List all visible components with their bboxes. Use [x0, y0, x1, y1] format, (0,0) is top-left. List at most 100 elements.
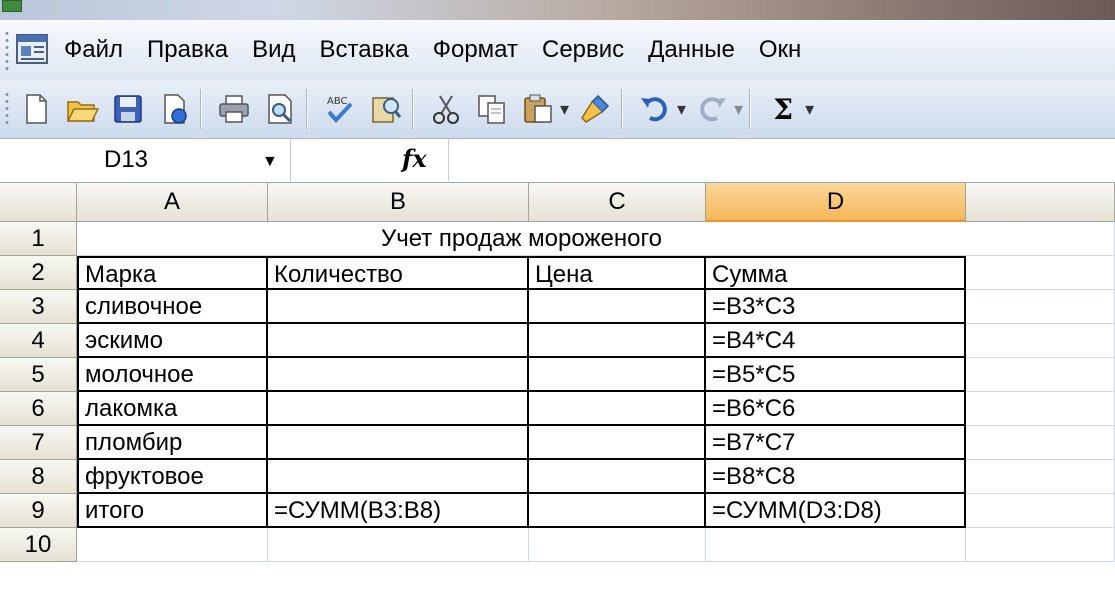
row-header-3[interactable]: 3: [0, 290, 77, 324]
grid-cell[interactable]: [268, 426, 529, 460]
grid-cell[interactable]: [268, 358, 529, 392]
menu-tools[interactable]: Сервис: [542, 36, 624, 64]
column-header-c[interactable]: C: [529, 183, 706, 222]
grid-cell[interactable]: лакомка: [77, 392, 268, 426]
redo-dropdown-arrow[interactable]: ▾: [734, 99, 743, 120]
save-icon[interactable]: [108, 89, 148, 129]
grid-cell[interactable]: [706, 528, 966, 562]
grid-cell[interactable]: =B5*C5: [706, 358, 966, 392]
grid-cell[interactable]: =B7*C7: [706, 426, 966, 460]
menu-edit[interactable]: Правка: [147, 36, 228, 64]
grid-cell[interactable]: [529, 426, 706, 460]
grid-cell[interactable]: [529, 528, 706, 562]
grid-cell[interactable]: =B6*C6: [706, 392, 966, 426]
grid-cell[interactable]: [529, 290, 706, 324]
formula-input[interactable]: [448, 139, 1115, 181]
grid-cell[interactable]: Количество: [268, 256, 529, 290]
grid-cell[interactable]: =B4*C4: [706, 324, 966, 358]
menu-format[interactable]: Формат: [433, 36, 518, 64]
grid-cell[interactable]: [966, 494, 1115, 528]
grid-cell[interactable]: пломбир: [77, 426, 268, 460]
print-preview-icon[interactable]: [260, 89, 300, 129]
new-icon[interactable]: [16, 89, 56, 129]
copy-icon[interactable]: [472, 89, 512, 129]
grid-cell[interactable]: [268, 290, 529, 324]
insert-function-icon[interactable]: fx: [402, 144, 427, 173]
grid-cell[interactable]: [268, 460, 529, 494]
open-icon[interactable]: [62, 89, 102, 129]
document-menu-icon[interactable]: [14, 31, 50, 69]
standard-toolbar: ABC ▾ ▾ ▾ Σ ▾: [0, 80, 1115, 139]
menu-data[interactable]: Данные: [648, 36, 735, 64]
grid-cell[interactable]: =B8*C8: [706, 460, 966, 494]
column-header-b[interactable]: B: [268, 183, 529, 222]
row-header-9[interactable]: 9: [0, 494, 77, 528]
grid-cell[interactable]: =СУММ(B3:B8): [268, 494, 529, 528]
grid-cell[interactable]: сливочное: [77, 290, 268, 324]
grid-cell[interactable]: [268, 528, 529, 562]
menu-view[interactable]: Вид: [252, 36, 295, 64]
name-box[interactable]: D13 ▼: [0, 139, 291, 181]
permission-icon[interactable]: [154, 89, 194, 129]
grid-cell[interactable]: итого: [77, 494, 268, 528]
chevron-down-icon[interactable]: ▼: [262, 153, 278, 171]
grid-cell[interactable]: фруктовое: [77, 460, 268, 494]
toolbar-grip-handle[interactable]: [4, 91, 10, 127]
undo-icon[interactable]: [635, 89, 675, 129]
cut-icon[interactable]: [426, 89, 466, 129]
grid-cell[interactable]: [966, 392, 1115, 426]
excel-app-icon: [2, 0, 22, 12]
row-header-2[interactable]: 2: [0, 256, 77, 290]
grid-cell[interactable]: Цена: [529, 256, 706, 290]
grid-cell[interactable]: [529, 494, 706, 528]
row-header-10[interactable]: 10: [0, 528, 77, 562]
format-painter-icon[interactable]: [575, 89, 615, 129]
grid-cell[interactable]: [529, 392, 706, 426]
grid-cell[interactable]: [529, 358, 706, 392]
grid-cell[interactable]: [268, 392, 529, 426]
grid-cell[interactable]: =B3*C3: [706, 290, 966, 324]
grid-cell[interactable]: [966, 460, 1115, 494]
grid-cell[interactable]: молочное: [77, 358, 268, 392]
row-header-1[interactable]: 1: [0, 222, 77, 256]
row-header-7[interactable]: 7: [0, 426, 77, 460]
menu-window[interactable]: Окн: [759, 36, 801, 64]
select-all-corner[interactable]: [0, 183, 77, 222]
menu-grip-handle[interactable]: [4, 30, 10, 70]
menu-insert[interactable]: Вставка: [320, 36, 409, 64]
paste-dropdown-arrow[interactable]: ▾: [560, 99, 569, 120]
grid-cell[interactable]: [966, 222, 1115, 256]
grid-cell[interactable]: [966, 290, 1115, 324]
grid-cell[interactable]: =СУММ(D3:D8): [706, 494, 966, 528]
grid-cell[interactable]: [966, 426, 1115, 460]
toolbar-separator: [200, 89, 202, 129]
column-header-a[interactable]: A: [77, 183, 268, 222]
grid-cell[interactable]: [966, 358, 1115, 392]
column-header-d[interactable]: D: [706, 183, 966, 222]
window-title-bar: [0, 0, 1115, 20]
grid-cell[interactable]: [966, 256, 1115, 290]
autosum-icon[interactable]: Σ: [763, 89, 803, 129]
row-header-8[interactable]: 8: [0, 460, 77, 494]
grid-cell[interactable]: [529, 460, 706, 494]
row-header-6[interactable]: 6: [0, 392, 77, 426]
row-header-5[interactable]: 5: [0, 358, 77, 392]
grid-cell[interactable]: Марка: [77, 256, 268, 290]
undo-dropdown-arrow[interactable]: ▾: [677, 99, 686, 120]
column-header[interactable]: [966, 183, 1115, 222]
grid-cell[interactable]: эскимо: [77, 324, 268, 358]
grid-cell[interactable]: [966, 324, 1115, 358]
paste-icon[interactable]: [518, 89, 558, 129]
menu-file[interactable]: Файл: [64, 36, 123, 64]
autosum-dropdown-arrow[interactable]: ▾: [805, 99, 814, 120]
spelling-icon[interactable]: ABC: [320, 89, 360, 129]
grid-cell[interactable]: [966, 528, 1115, 562]
grid-cell[interactable]: [77, 528, 268, 562]
grid-cell[interactable]: [268, 324, 529, 358]
grid-cell[interactable]: [529, 324, 706, 358]
print-icon[interactable]: [214, 89, 254, 129]
research-icon[interactable]: [366, 89, 406, 129]
row-header-4[interactable]: 4: [0, 324, 77, 358]
redo-icon[interactable]: [692, 89, 732, 129]
grid-cell[interactable]: Сумма: [706, 256, 966, 290]
